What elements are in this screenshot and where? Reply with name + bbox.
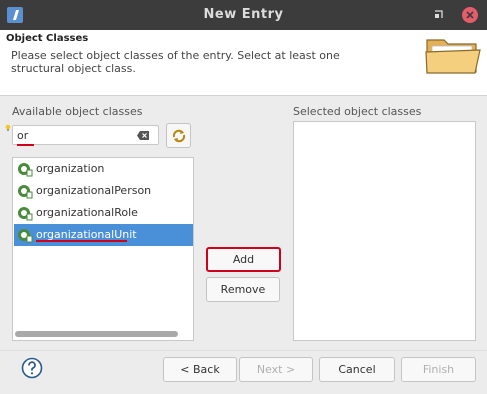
available-classes-list[interactable]: organization organizationalPerson organi… bbox=[12, 157, 194, 341]
selection-annotation-underline bbox=[36, 240, 127, 242]
available-classes-label: Available object classes bbox=[12, 105, 143, 118]
close-icon bbox=[466, 11, 474, 19]
help-icon[interactable] bbox=[21, 357, 43, 379]
close-button[interactable] bbox=[462, 7, 478, 23]
object-class-icon bbox=[18, 163, 33, 177]
title-bar: New Entry bbox=[0, 0, 487, 30]
list-item[interactable]: organizationalRole bbox=[14, 202, 193, 224]
list-item-label: organizationalPerson bbox=[36, 184, 152, 197]
lightbulb-icon bbox=[5, 124, 11, 131]
filter-input[interactable] bbox=[17, 128, 127, 142]
page-description: Please select object classes of the entr… bbox=[11, 49, 340, 75]
object-class-icon bbox=[18, 229, 33, 243]
list-item-label: organizationalRole bbox=[36, 206, 138, 219]
finish-button[interactable]: Finish bbox=[401, 357, 476, 382]
next-button[interactable]: Next > bbox=[239, 357, 313, 382]
remove-button[interactable]: Remove bbox=[206, 277, 280, 302]
refresh-icon bbox=[172, 129, 186, 143]
footer-divider bbox=[0, 350, 487, 351]
refresh-button[interactable] bbox=[166, 123, 191, 148]
selected-classes-label: Selected object classes bbox=[293, 105, 422, 118]
cancel-button[interactable]: Cancel bbox=[319, 357, 395, 382]
clear-filter-icon[interactable] bbox=[137, 131, 149, 140]
window-title: New Entry bbox=[203, 7, 284, 22]
list-item[interactable]: organization bbox=[14, 158, 193, 180]
restore-icon[interactable] bbox=[432, 9, 444, 21]
list-item[interactable]: organizationalPerson bbox=[14, 180, 193, 202]
filter-annotation-underline bbox=[17, 144, 34, 146]
object-class-icon bbox=[18, 207, 33, 221]
horizontal-scrollbar[interactable] bbox=[15, 331, 178, 337]
list-item-label: organization bbox=[36, 162, 105, 175]
page-title: Object Classes bbox=[6, 33, 89, 44]
back-button[interactable]: < Back bbox=[163, 357, 237, 382]
folder-icon bbox=[425, 39, 481, 74]
wizard-header: Object Classes Please select object clas… bbox=[0, 30, 487, 96]
add-button[interactable]: Add bbox=[206, 247, 281, 272]
selected-classes-list[interactable] bbox=[293, 121, 476, 341]
object-class-icon bbox=[18, 185, 33, 199]
list-item-selected[interactable]: organizationalUnit bbox=[14, 224, 193, 246]
